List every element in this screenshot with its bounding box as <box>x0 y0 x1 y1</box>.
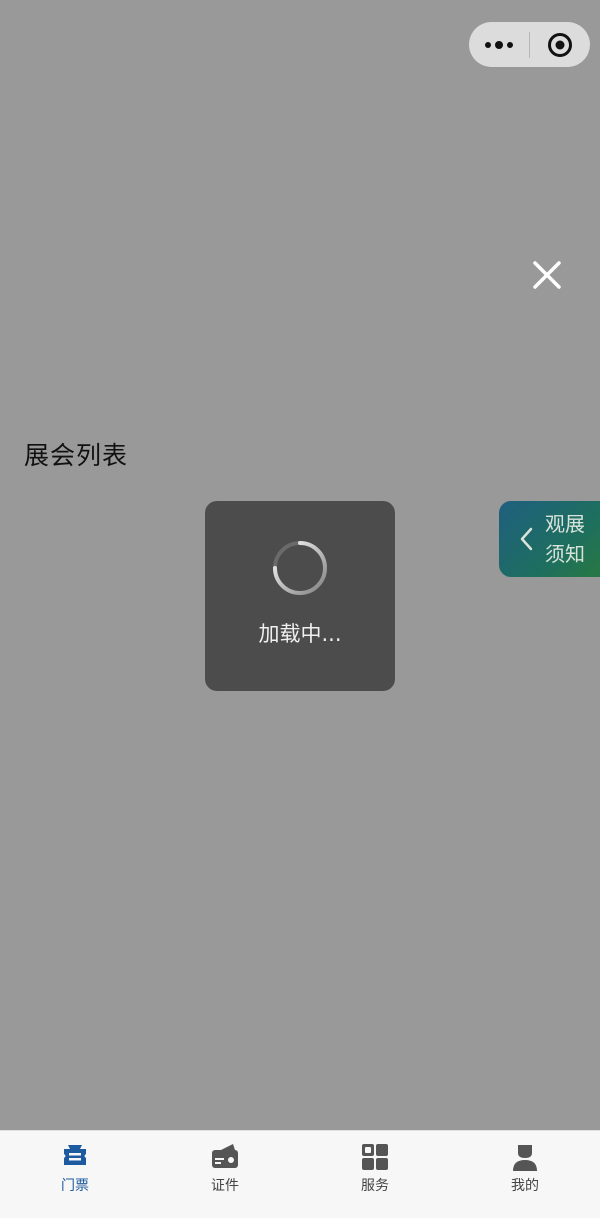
tab-services[interactable]: 服务 <box>300 1131 450 1218</box>
target-circle-icon <box>548 32 572 57</box>
bottom-tab-bar: 门票 证件 服务 我的 <box>0 1130 600 1218</box>
card-icon <box>212 1144 238 1168</box>
chevron-left-icon <box>520 527 533 551</box>
loading-toast: 加载中... <box>205 501 395 691</box>
tab-tickets[interactable]: 门票 <box>0 1131 150 1218</box>
loading-spinner-icon <box>273 541 327 595</box>
more-dots-icon <box>485 40 513 49</box>
exhibition-notice-tab[interactable]: 观展须知 <box>499 501 600 577</box>
grid-icon <box>362 1144 388 1170</box>
tab-label: 我的 <box>511 1178 539 1194</box>
ticket-icon <box>64 1145 86 1165</box>
close-icon <box>533 261 561 289</box>
tab-certificates[interactable]: 证件 <box>150 1131 300 1218</box>
page-title: 展会列表 <box>24 441 129 470</box>
tab-label: 证件 <box>211 1178 239 1194</box>
more-button[interactable] <box>469 22 529 67</box>
tab-label: 服务 <box>361 1178 389 1194</box>
user-icon <box>513 1145 537 1171</box>
mini-program-capsule <box>469 22 590 67</box>
overlay-close-button[interactable] <box>527 255 567 295</box>
side-tab-label: 观展须知 <box>545 512 585 566</box>
tab-label: 门票 <box>61 1178 89 1194</box>
exit-mini-program-button[interactable] <box>530 22 590 67</box>
tab-profile[interactable]: 我的 <box>450 1131 600 1218</box>
loading-text: 加载中... <box>258 622 342 646</box>
